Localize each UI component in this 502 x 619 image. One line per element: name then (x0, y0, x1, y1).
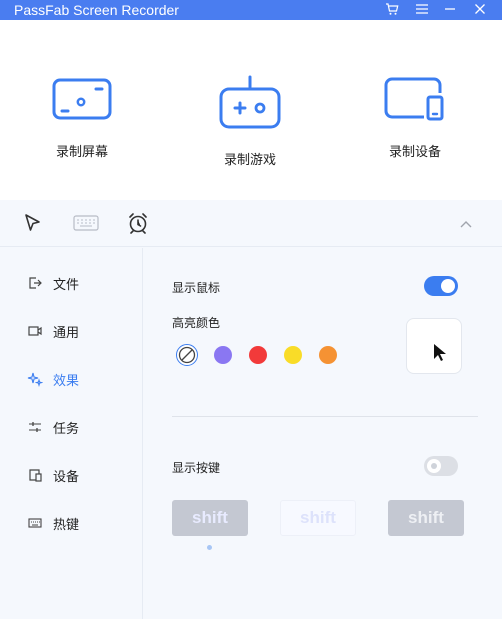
key-style-3[interactable]: shift (388, 500, 464, 536)
sidebar-item-tasks[interactable]: 任务 (26, 416, 126, 438)
device-small-icon (26, 466, 44, 484)
gamepad-icon (219, 75, 281, 129)
record-screen-button[interactable]: 录制屏幕 (12, 75, 152, 175)
record-game-label: 录制游戏 (223, 153, 276, 168)
show-mouse-label: 显示鼠标 (172, 281, 221, 295)
key-style-2[interactable]: shift (280, 500, 356, 536)
show-keys-label: 显示按键 (172, 461, 221, 475)
key-style-1[interactable]: shift (172, 500, 248, 536)
color-swatch-orange[interactable] (319, 346, 337, 364)
sidebar-item-general[interactable]: 通用 (26, 320, 126, 342)
color-swatch-yellow[interactable] (284, 346, 302, 364)
color-swatch-red[interactable] (249, 346, 267, 364)
keyboard-icon[interactable] (73, 210, 99, 236)
sidebar-item-label: 通用 (53, 325, 80, 341)
close-icon[interactable] (470, 0, 490, 18)
alarm-clock-icon[interactable] (125, 210, 151, 236)
record-device-label: 录制设备 (388, 145, 441, 160)
record-screen-label: 录制屏幕 (55, 145, 108, 160)
sidebar-item-label: 文件 (53, 277, 80, 293)
sidebar-item-label: 热键 (53, 517, 80, 533)
sparkle-icon (26, 370, 44, 388)
app-title: PassFab Screen Recorder (14, 2, 179, 18)
mode-area: 录制屏幕 录制游戏 录制设备 (0, 20, 502, 200)
color-swatch-none[interactable] (176, 344, 198, 366)
sidebar-item-label: 任务 (53, 421, 80, 437)
sidebar-item-label: 效果 (53, 373, 80, 389)
settings-toolbar (0, 200, 502, 247)
keyboard-small-icon (26, 514, 44, 532)
sidebar-item-label: 设备 (53, 469, 80, 485)
sidebar-item-device[interactable]: 设备 (26, 464, 126, 486)
minimize-icon[interactable] (440, 0, 460, 18)
cursor-preview (406, 318, 462, 374)
screen-record-icon (52, 78, 112, 120)
sidebar-item-hotkeys[interactable]: 热键 (26, 512, 126, 534)
cursor-icon[interactable] (20, 210, 46, 236)
sidebar-item-file[interactable]: 文件 (26, 272, 126, 294)
cursor-arrow-icon (434, 344, 446, 361)
title-bar: PassFab Screen Recorder (0, 0, 502, 20)
sliders-icon (26, 418, 44, 436)
cart-icon[interactable] (382, 0, 402, 18)
settings-sidebar: 文件 通用 效果 任务 设备 热键 (0, 248, 143, 619)
camera-icon (26, 322, 44, 340)
record-game-button[interactable]: 录制游戏 (180, 75, 320, 175)
key-style-selected-indicator (207, 545, 212, 550)
show-mouse-toggle[interactable] (424, 276, 458, 296)
device-icon (384, 77, 444, 121)
no-color-icon (178, 346, 196, 364)
sidebar-item-effects[interactable]: 效果 (26, 368, 126, 390)
effects-panel: 显示鼠标 高亮颜色 显示按键 shift shift shift (144, 248, 502, 619)
color-swatch-purple[interactable] (214, 346, 232, 364)
menu-icon[interactable] (412, 0, 432, 18)
chevron-up-icon[interactable] (455, 214, 477, 234)
show-keys-toggle[interactable] (424, 456, 458, 476)
divider (172, 416, 478, 417)
settings-area: 文件 通用 效果 任务 设备 热键 显示鼠标 高亮颜色 显示按键 shift s… (0, 200, 502, 619)
file-export-icon (26, 274, 44, 292)
highlight-color-label: 高亮颜色 (172, 316, 221, 330)
record-device-button[interactable]: 录制设备 (345, 75, 485, 175)
